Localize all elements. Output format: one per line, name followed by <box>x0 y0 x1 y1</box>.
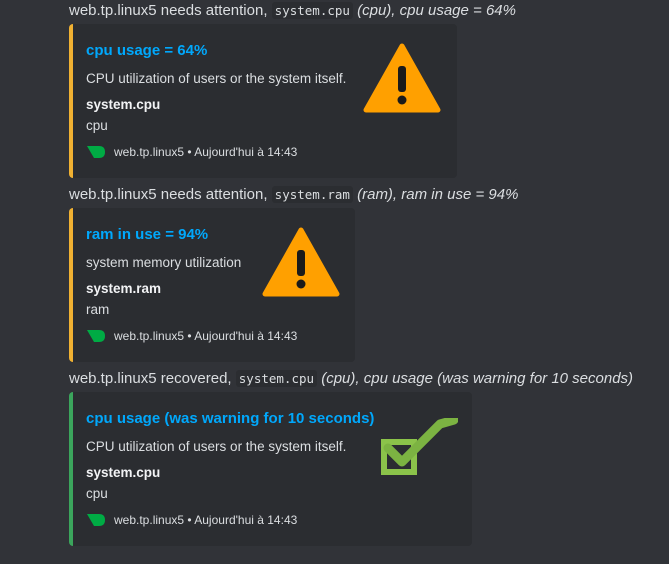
embed-field-value: cpu <box>86 486 108 501</box>
embed-title[interactable]: cpu usage (was warning for 10 seconds) <box>86 410 374 427</box>
chart-name: (ram), <box>357 186 398 203</box>
message-text: web.tp.linux5 needs attention, system.ra… <box>69 185 518 205</box>
chart-name: (cpu), <box>357 2 396 19</box>
embed-footer-text: web.tp.linux5 • Aujourd'hui à 14:43 <box>114 329 298 343</box>
message-text: web.tp.linux5 recovered, system.cpu (cpu… <box>69 369 633 389</box>
embed-footer-text: web.tp.linux5 • Aujourd'hui à 14:43 <box>114 513 298 527</box>
embed-field-name: system.cpu <box>86 97 161 112</box>
chart-name: (cpu), <box>321 370 360 387</box>
host-name: web.tp.linux5 <box>69 2 157 19</box>
embed-field-name: system.ram <box>86 281 162 296</box>
alert-summary: cpu usage = 64% <box>399 2 516 19</box>
alert-message-cpu-warning: web.tp.linux5 needs attention, system.cp… <box>69 1 516 21</box>
netdata-logo-icon <box>87 330 105 342</box>
embed-footer: web.tp.linux5 • Aujourd'hui à 14:43 <box>86 512 297 528</box>
embed-footer: web.tp.linux5 • Aujourd'hui à 14:43 <box>86 328 297 344</box>
embed-description: CPU utilization of users or the system i… <box>86 439 347 454</box>
alert-message-ram-warning: web.tp.linux5 needs attention, system.ra… <box>69 185 518 205</box>
message-text: web.tp.linux5 needs attention, system.cp… <box>69 1 516 21</box>
embed-title[interactable]: cpu usage = 64% <box>86 42 207 59</box>
embed-card: ram in use = 94% system memory utilizati… <box>69 208 355 362</box>
alert-summary: cpu usage (was warning for 10 seconds) <box>363 370 634 387</box>
embed-field-value: cpu <box>86 118 108 133</box>
status-verb: needs attention, <box>160 2 268 19</box>
chart-id-code: system.ram <box>271 186 353 203</box>
embed-footer-text: web.tp.linux5 • Aujourd'hui à 14:43 <box>114 145 298 159</box>
embed-card: cpu usage (was warning for 10 seconds) C… <box>69 392 472 546</box>
embed-footer: web.tp.linux5 • Aujourd'hui à 14:43 <box>86 144 297 160</box>
chart-id-code: system.cpu <box>271 2 353 19</box>
status-verb: recovered, <box>160 370 232 387</box>
host-name: web.tp.linux5 <box>69 370 157 387</box>
alert-summary: ram in use = 94% <box>401 186 519 203</box>
embed-description: CPU utilization of users or the system i… <box>86 71 347 86</box>
status-verb: needs attention, <box>160 186 268 203</box>
netdata-logo-icon <box>87 146 105 158</box>
checkmark-icon <box>381 418 458 475</box>
chart-id-code: system.cpu <box>235 370 318 387</box>
embed-title[interactable]: ram in use = 94% <box>86 226 208 243</box>
embed-field-name: system.cpu <box>86 465 161 480</box>
embed-card: cpu usage = 64% CPU utilization of users… <box>69 24 457 178</box>
embed-field-value: ram <box>86 302 110 317</box>
warning-icon <box>363 43 441 113</box>
alert-message-cpu-recovered: web.tp.linux5 recovered, system.cpu (cpu… <box>69 369 633 389</box>
host-name: web.tp.linux5 <box>69 186 157 203</box>
embed-description: system memory utilization <box>86 255 242 270</box>
netdata-logo-icon <box>87 514 105 526</box>
warning-icon <box>262 227 340 297</box>
